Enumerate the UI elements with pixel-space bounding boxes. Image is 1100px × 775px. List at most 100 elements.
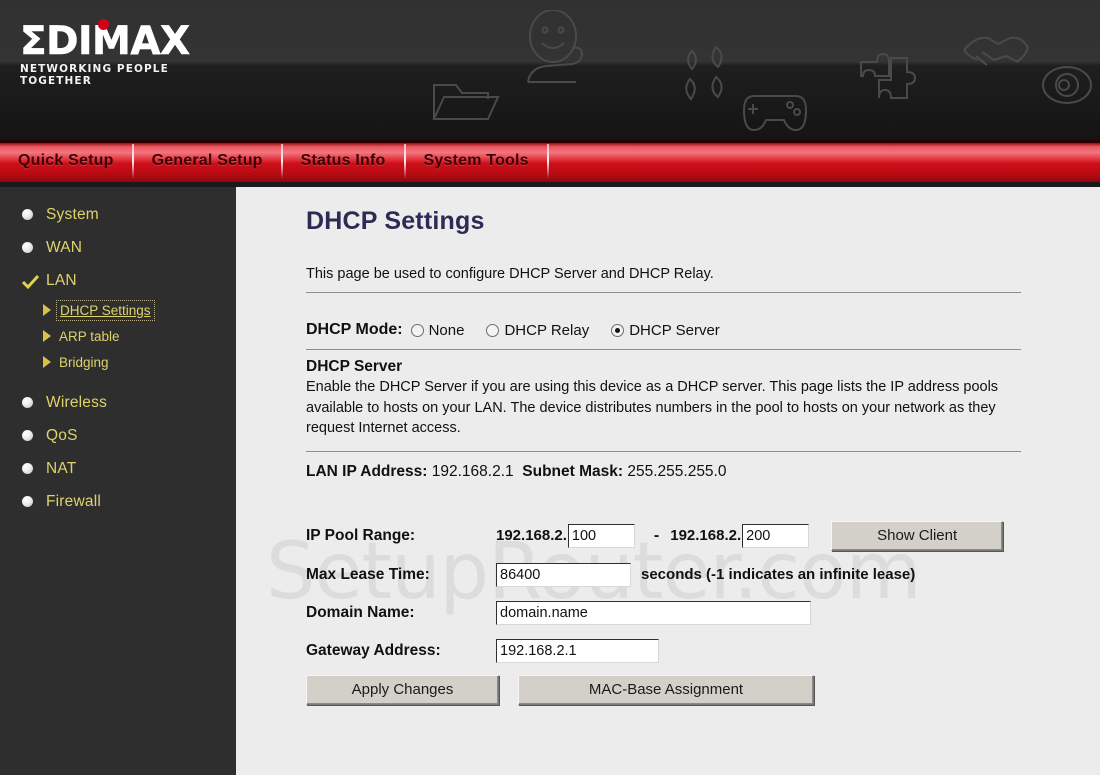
network-summary-row: LAN IP Address: 192.168.2.1 Subnet Mask:…	[306, 463, 1056, 481]
sidebar-item-label: System	[46, 205, 99, 223]
arrow-right-icon	[43, 304, 51, 316]
sidebar-subitem-label: DHCP Settings	[56, 299, 155, 321]
divider	[306, 292, 1021, 293]
bullet-icon	[22, 397, 33, 408]
gamepad-icon	[742, 95, 808, 132]
ip-pool-range-label: IP Pool Range:	[306, 526, 416, 544]
section-heading: DHCP Server	[306, 358, 403, 375]
sidebar-item-firewall[interactable]: Firewall	[0, 485, 236, 518]
domain-name-label: Domain Name:	[306, 603, 415, 621]
domain-name-input[interactable]	[496, 600, 811, 625]
ip-pool-range-dash: -	[653, 526, 660, 544]
sidebar-item-label: LAN	[46, 271, 77, 289]
logo-wordmark: ΣDIMAX	[20, 19, 191, 64]
content-inner: DHCP Settings This page be used to confi…	[236, 187, 1100, 705]
gateway-address-label: Gateway Address:	[306, 641, 441, 659]
page-title: DHCP Settings	[306, 207, 485, 235]
arrow-right-icon	[43, 356, 51, 368]
sidebar-item-dhcp-settings[interactable]: DHCP Settings	[0, 297, 236, 323]
arrow-right-icon	[43, 330, 51, 342]
sidebar-item-wireless[interactable]: Wireless	[0, 386, 236, 419]
dhcp-mode-row: DHCP Mode: None DHCP Relay DHCP Server	[306, 321, 1056, 339]
radio-label: None	[428, 321, 465, 339]
dhcp-settings-form: IP Pool Range: 192.168.2. - 192.168.2. S…	[306, 520, 1056, 705]
radio-label: DHCP Server	[629, 321, 720, 339]
subnet-mask-label: Subnet Mask:	[522, 462, 624, 480]
folder-icon	[432, 84, 500, 120]
radio-label: DHCP Relay	[504, 321, 590, 339]
diamonds-icon	[685, 45, 723, 101]
divider	[306, 349, 1021, 350]
sidebar-item-arp-table[interactable]: ARP table	[0, 323, 236, 349]
radio-option-dhcp-relay[interactable]: DHCP Relay	[486, 322, 589, 339]
form-actions-row: Apply Changes MAC-Base Assignment	[306, 674, 1056, 705]
main-content: SetupRouter.com DHCP Settings This page …	[236, 187, 1100, 775]
sidebar-navigation: System WAN LAN DHCP Settings ARP table B…	[0, 187, 236, 775]
logo-tagline: NETWORKING PEOPLE TOGETHER	[20, 63, 169, 87]
domain-name-row: Domain Name:	[306, 599, 1056, 627]
top-navigation-bar: Quick Setup General Setup Status Info Sy…	[0, 140, 1100, 182]
bullet-icon	[22, 430, 33, 441]
sidebar-item-wan[interactable]: WAN	[0, 231, 236, 264]
ip-pool-end-input[interactable]	[742, 523, 810, 548]
ip-pool-end-prefix: 192.168.2.	[670, 527, 742, 544]
nav-separator	[546, 144, 549, 178]
dhcp-mode-label: DHCP Mode:	[306, 321, 403, 338]
ip-pool-range-row: IP Pool Range: 192.168.2. - 192.168.2. S…	[306, 520, 1056, 551]
sidebar-item-label: WAN	[46, 238, 83, 256]
show-client-button[interactable]: Show Client	[831, 520, 1004, 551]
nav-item-general-setup[interactable]: General Setup	[134, 140, 281, 182]
ip-pool-start-prefix: 192.168.2.	[496, 527, 567, 544]
sidebar-item-qos[interactable]: QoS	[0, 419, 236, 452]
bullet-icon	[22, 242, 33, 253]
ip-pool-start-input[interactable]	[567, 523, 635, 548]
lan-ip-label: LAN IP Address:	[306, 462, 428, 480]
nav-item-quick-setup[interactable]: Quick Setup	[0, 140, 132, 182]
sidebar-item-bridging[interactable]: Bridging	[0, 349, 236, 375]
radio-option-dhcp-server[interactable]: DHCP Server	[611, 322, 720, 339]
check-icon	[21, 274, 40, 289]
header-banner: ΣDIMAX NETWORKING PEOPLE TOGETHER	[0, 0, 1100, 140]
mac-base-assignment-button[interactable]: MAC-Base Assignment	[518, 674, 814, 705]
bullet-icon	[22, 209, 33, 220]
smiley-in-hand-icon	[527, 10, 584, 83]
max-lease-time-label: Max Lease Time:	[306, 565, 430, 583]
divider	[306, 450, 1021, 452]
sidebar-item-nat[interactable]: NAT	[0, 452, 236, 485]
puzzle-icon	[860, 52, 917, 99]
apply-changes-button[interactable]: Apply Changes	[306, 674, 499, 705]
bullet-icon	[22, 496, 33, 507]
gateway-address-row: Gateway Address:	[306, 637, 1056, 665]
nav-item-system-tools[interactable]: System Tools	[406, 140, 547, 182]
sidebar-item-label: QoS	[46, 426, 78, 444]
radio-option-none[interactable]: None	[410, 321, 465, 339]
max-lease-time-hint: seconds (-1 indicates an infinite lease)	[641, 566, 916, 583]
router-admin-page: ΣDIMAX NETWORKING PEOPLE TOGETHER Quick …	[0, 0, 1100, 775]
max-lease-time-input[interactable]	[496, 562, 631, 587]
gateway-address-input[interactable]	[496, 638, 659, 663]
handshake-icon	[963, 36, 1029, 66]
sidebar-subitem-label: Bridging	[59, 354, 109, 370]
section-body-text: Enable the DHCP Server if you are using …	[306, 379, 999, 436]
eye-icon	[1042, 66, 1092, 104]
nav-item-status-info[interactable]: Status Info	[283, 140, 404, 182]
sidebar-item-label: Wireless	[46, 393, 108, 411]
page-intro-text: This page be used to configure DHCP Serv…	[306, 266, 714, 282]
edimax-logo: ΣDIMAX NETWORKING PEOPLE TOGETHER	[20, 19, 240, 87]
sidebar-top-spacer	[0, 187, 236, 198]
bullet-icon	[22, 463, 33, 474]
sidebar-item-system[interactable]: System	[0, 198, 236, 231]
logo-red-dot-icon	[98, 19, 109, 30]
max-lease-time-row: Max Lease Time: seconds (-1 indicates an…	[306, 561, 1056, 589]
radio-icon[interactable]	[410, 323, 424, 337]
lan-ip-value: 192.168.2.1	[431, 462, 514, 480]
sidebar-item-label: Firewall	[46, 492, 101, 510]
radio-icon[interactable]	[486, 323, 500, 337]
sidebar-item-label: NAT	[46, 459, 77, 477]
sidebar-subitem-label: ARP table	[59, 328, 120, 344]
radio-icon-selected[interactable]	[611, 323, 625, 337]
top-nav-items: Quick Setup General Setup Status Info Sy…	[0, 140, 549, 182]
subnet-mask-value: 255.255.255.0	[627, 462, 727, 480]
sidebar-item-lan[interactable]: LAN	[0, 264, 236, 297]
